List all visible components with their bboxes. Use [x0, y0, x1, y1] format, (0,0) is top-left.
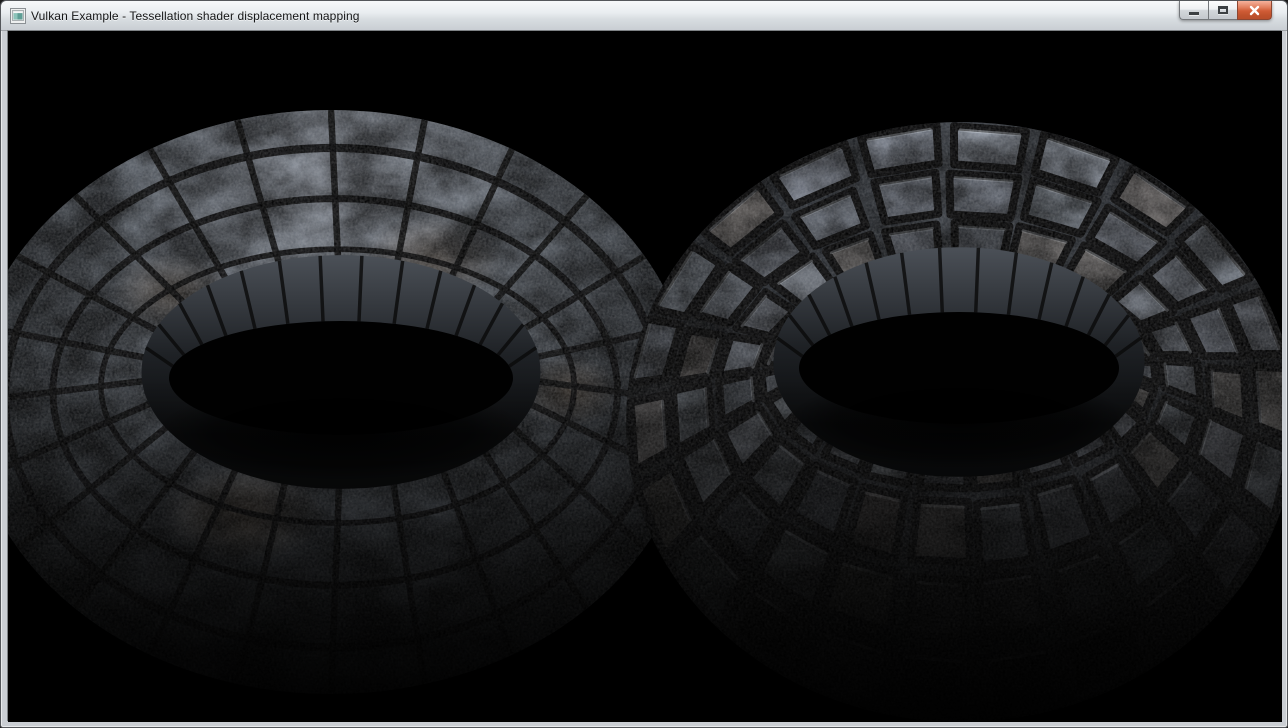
title-bar[interactable]: Vulkan Example - Tessellation shader dis…	[1, 1, 1287, 31]
window-controls	[1179, 1, 1272, 20]
maximize-icon	[1218, 6, 1228, 14]
maximize-button[interactable]	[1208, 1, 1237, 20]
close-button[interactable]	[1237, 1, 1272, 20]
window-title: Vulkan Example - Tessellation shader dis…	[31, 9, 360, 23]
minimize-icon	[1189, 12, 1199, 15]
render-viewport[interactable]	[7, 30, 1281, 721]
app-window: Vulkan Example - Tessellation shader dis…	[0, 0, 1288, 728]
close-icon	[1249, 5, 1260, 16]
tessellation-render	[8, 31, 1282, 722]
app-icon[interactable]	[10, 8, 26, 24]
minimize-button[interactable]	[1179, 1, 1208, 20]
